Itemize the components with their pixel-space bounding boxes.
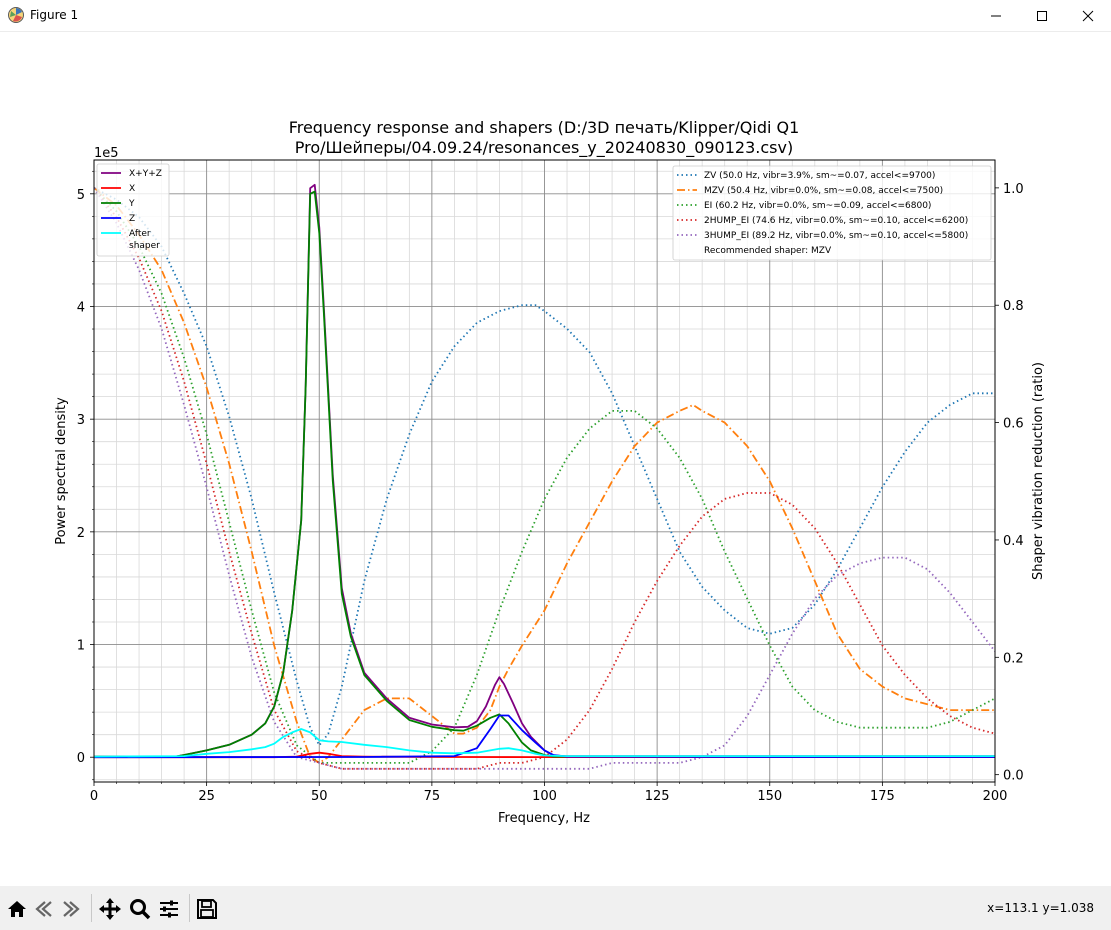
chart: 0 25 50 75 100 125 150 175 200 0 1 2 3 4 5 0.0 0.2 0.4 0.6…: [54, 118, 1046, 826]
save-icon: [197, 899, 217, 919]
window-title: Figure 1: [30, 8, 79, 22]
x-tick-label: 175: [870, 789, 895, 804]
x-tick-label: 25: [198, 789, 215, 804]
back-icon: [35, 901, 52, 917]
x-tick-label: 150: [757, 789, 782, 804]
pan-button[interactable]: [98, 897, 122, 921]
legend-shapers: ZV (50.0 Hz, vibr=3.9%, sm~=0.07, accel<…: [672, 165, 992, 261]
pan-icon: [99, 898, 121, 920]
legend-label: Z: [129, 214, 135, 224]
x-tick-label: 100: [532, 789, 557, 804]
home-button[interactable]: [5, 897, 29, 921]
x-tick-label: 0: [90, 789, 98, 804]
close-button[interactable]: [1065, 0, 1111, 31]
maximize-icon: [1037, 10, 1047, 21]
legend-label: MZV (50.4 Hz, vibr=0.0%, sm~=0.08, accel…: [704, 186, 943, 196]
window-titlebar: Figure 1: [0, 0, 1111, 32]
y-tick-label: 3: [77, 413, 85, 428]
cursor-coordinates: x=113.1 y=1.038: [987, 901, 1094, 915]
y2-tick-label: 0.0: [1003, 769, 1024, 784]
forward-button[interactable]: [59, 897, 83, 921]
configure-subplots-button[interactable]: [157, 897, 181, 921]
x-tick-label: 125: [645, 789, 670, 804]
y-tick-label: 4: [77, 300, 85, 315]
back-button[interactable]: [32, 897, 56, 921]
y2-tick-label: 0.2: [1003, 651, 1024, 666]
y-tick-label: 5: [77, 188, 85, 203]
legend-label: X+Y+Z: [129, 169, 162, 179]
y-axis-label: Power spectral density: [54, 397, 69, 545]
y2-tick-label: 0.4: [1003, 534, 1024, 549]
y-tick-label: 0: [77, 751, 85, 766]
x-tick-label: 50: [311, 789, 328, 804]
zoom-button[interactable]: [128, 897, 152, 921]
forward-icon: [63, 901, 80, 917]
minimize-button[interactable]: [973, 0, 1019, 31]
zoom-icon: [130, 899, 151, 920]
legend-label: EI (60.2 Hz, vibr=0.0%, sm~=0.09, accel<…: [704, 201, 931, 211]
y-offset-text: 1e5: [94, 146, 119, 161]
matplotlib-icon: [8, 7, 24, 23]
home-icon: [8, 901, 26, 917]
legend-label: shaper: [129, 241, 160, 251]
legend-label: 3HUMP_EI (89.2 Hz, vibr=0.0%, sm~=0.10, …: [704, 231, 968, 241]
x-tick-label: 75: [424, 789, 441, 804]
minimize-icon: [991, 15, 1001, 16]
chart-title-line2: Pro/Шейперы/04.09.24/resonances_y_202408…: [295, 138, 793, 158]
figure-canvas[interactable]: 0 25 50 75 100 125 150 175 200 0 1 2 3 4 5 0.0 0.2 0.4 0.6…: [0, 32, 1111, 885]
x-axis-label: Frequency, Hz: [498, 811, 590, 826]
toolbar-separator: [91, 894, 92, 922]
y-tick-label: 2: [77, 526, 85, 541]
y2-tick-label: 0.6: [1003, 417, 1024, 432]
y2-tick-label: 0.8: [1003, 299, 1024, 314]
legend-label: ZV (50.0 Hz, vibr=3.9%, sm~=0.07, accel<…: [704, 171, 935, 181]
y2-tick-label: 1.0: [1003, 182, 1024, 197]
legend-label: After: [129, 229, 151, 239]
configure-subplots-icon: [160, 900, 178, 918]
maximize-button[interactable]: [1019, 0, 1065, 31]
navigation-toolbar: x=113.1 y=1.038: [0, 886, 1111, 930]
y-tick-label: 1: [77, 639, 85, 654]
legend-label: Y: [128, 199, 135, 209]
x-tick-label: 200: [983, 789, 1008, 804]
legend-label: X: [129, 184, 135, 194]
y2-axis-label: Shaper vibration reduction (ratio): [1031, 362, 1046, 580]
legend-psd: X+Y+Z XYZ After shaper: [96, 163, 170, 257]
save-button[interactable]: [195, 897, 219, 921]
toolbar-separator: [189, 894, 190, 922]
chart-title-line1: Frequency response and shapers (D:/3D пе…: [289, 118, 800, 137]
recommended-shaper-label: Recommended shaper: MZV: [704, 246, 832, 256]
legend-label: 2HUMP_EI (74.6 Hz, vibr=0.0%, sm~=0.10, …: [704, 216, 968, 226]
close-icon: [1082, 10, 1094, 21]
